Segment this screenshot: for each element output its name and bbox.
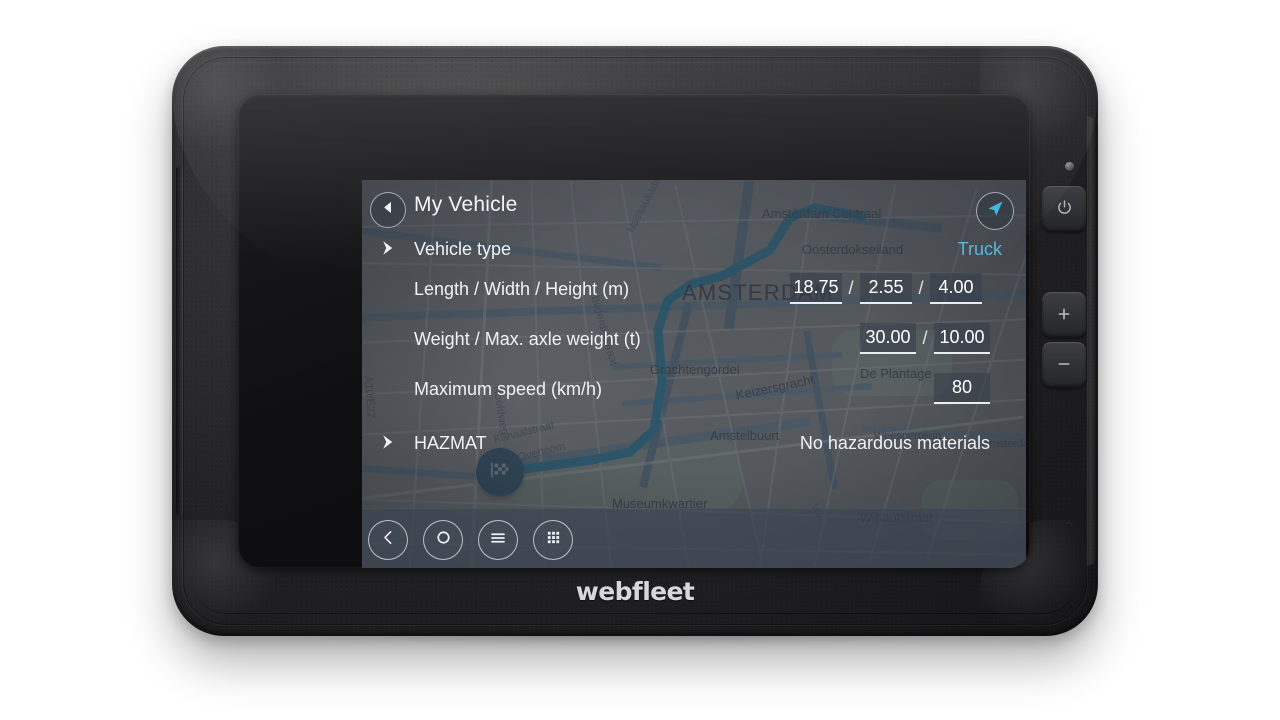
- input-weight[interactable]: 30.00: [860, 323, 916, 354]
- row-label-hazmat: HAZMAT: [414, 433, 487, 453]
- input-max-speed[interactable]: 80: [934, 373, 990, 404]
- row-dimensions: Length / Width / Height (m) 18.75 / 2.55…: [362, 272, 1026, 306]
- nav-apps-button[interactable]: [533, 520, 573, 560]
- row-label-vehicle-type: Vehicle type: [414, 239, 512, 259]
- page-title: My Vehicle: [414, 193, 518, 216]
- minus-icon: [1056, 356, 1072, 375]
- start-navigation-button[interactable]: [976, 192, 1014, 230]
- row-max-speed: Maximum speed (km/h) 80: [362, 372, 1026, 406]
- dimension-separator-2: /: [918, 278, 924, 298]
- row-weights: Weight / Max. axle weight (t) 30.00 / 10…: [362, 322, 1026, 356]
- status-led-indicator: [1065, 162, 1074, 171]
- chevron-right-icon: [378, 433, 398, 453]
- chevron-left-icon: [381, 200, 396, 220]
- vehicle-settings-panel: My Vehicle Vehicle type Truck Length / W…: [362, 180, 1026, 568]
- device-screen: Nassaukade Amsterdam Centraal Oosterdoksei…: [362, 180, 1026, 568]
- chevron-left-icon: [380, 529, 397, 551]
- input-max-axle-weight[interactable]: 10.00: [934, 323, 990, 354]
- microphone-hole: [1066, 522, 1072, 528]
- input-height[interactable]: 4.00: [930, 273, 982, 304]
- nav-back-button[interactable]: [368, 520, 408, 560]
- volume-up-button[interactable]: [1042, 292, 1086, 338]
- weight-separator: /: [922, 328, 928, 348]
- nav-home-button[interactable]: [423, 520, 463, 560]
- value-hazmat[interactable]: No hazardous materials: [800, 426, 990, 460]
- row-label-weights: Weight / Max. axle weight (t): [414, 329, 641, 349]
- chevron-right-icon: [378, 239, 398, 259]
- row-vehicle-type[interactable]: Vehicle type Truck: [362, 232, 1026, 266]
- hamburger-icon: [489, 529, 507, 552]
- header-back-button[interactable]: [370, 192, 406, 228]
- brand-logo: webfleet: [575, 577, 695, 606]
- plus-icon: [1056, 306, 1072, 325]
- dimension-separator-1: /: [848, 278, 854, 298]
- power-icon: [1056, 199, 1073, 219]
- circle-icon: [435, 529, 452, 551]
- volume-down-button[interactable]: [1042, 342, 1086, 388]
- device-glass-panel: Nassaukade Amsterdam Centraal Oosterdoksei…: [238, 94, 1030, 568]
- value-vehicle-type[interactable]: Truck: [958, 232, 1002, 266]
- right-side-rail: [1086, 116, 1098, 566]
- bottom-navigation-bar: [362, 508, 1026, 568]
- left-side-rail: [176, 166, 183, 516]
- input-width[interactable]: 2.55: [860, 273, 912, 304]
- nav-menu-button[interactable]: [478, 520, 518, 560]
- navigation-arrow-icon: [985, 199, 1005, 224]
- row-label-dimensions: Length / Width / Height (m): [414, 279, 630, 299]
- input-length[interactable]: 18.75: [790, 273, 842, 304]
- screenshot-root: Nassaukade Amsterdam Centraal Oosterdoksei…: [0, 0, 1280, 720]
- row-hazmat[interactable]: HAZMAT No hazardous materials: [362, 426, 1026, 460]
- grid-icon: [545, 529, 562, 551]
- power-button[interactable]: [1042, 186, 1086, 232]
- row-label-max-speed: Maximum speed (km/h): [414, 379, 603, 399]
- webfleet-navigation-device: Nassaukade Amsterdam Centraal Oosterdoksei…: [170, 44, 1100, 638]
